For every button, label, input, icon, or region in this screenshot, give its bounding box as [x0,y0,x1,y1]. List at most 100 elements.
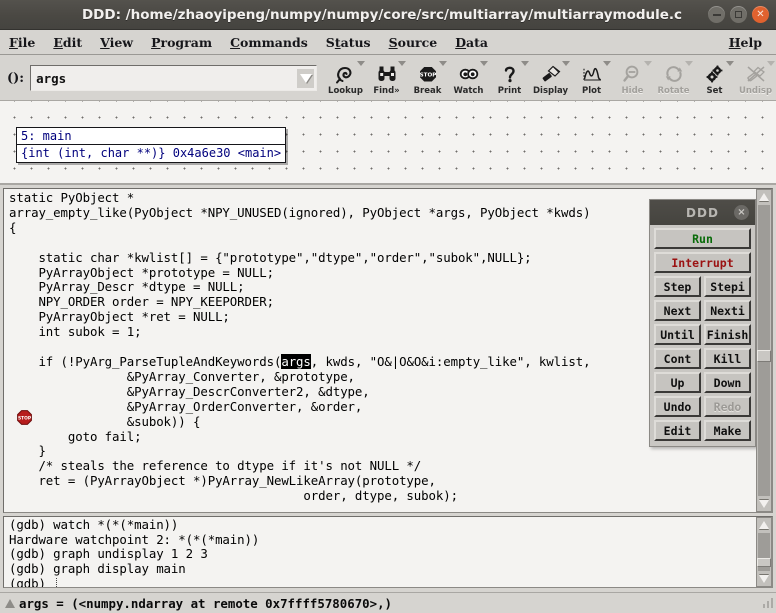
finish-button[interactable]: Finish [704,324,751,345]
interrupt-button[interactable]: Interrupt [654,252,751,273]
toolbar-button-lookup[interactable]: Lookup [325,60,366,96]
menu-help[interactable]: Help [720,33,776,52]
run-button[interactable]: Run [654,228,751,249]
toolbar-label-set: Set [706,85,723,96]
toolbar-button-hide: Hide [612,60,653,96]
down-button[interactable]: Down [704,372,751,393]
gdb-console[interactable]: (gdb) watch *(*(*main)) Hardware watchpo… [3,516,773,588]
stepi-button[interactable]: Stepi [704,276,751,297]
toolbar-button-set[interactable]: Set [694,60,735,96]
toolbar-label-print: Print [497,85,522,96]
toolbar-label-find: Find» [373,85,400,96]
menu-data[interactable]: Data [446,33,497,52]
command-row: Step Stepi [654,276,751,297]
toolbar-button-rotate: Rotate [653,60,694,96]
menu-status[interactable]: Status [317,33,380,52]
toolbar-label-break: Break [413,85,442,96]
chevron-down-icon[interactable] [357,60,365,66]
toolbar-label-plot: Plot [581,85,602,96]
edit-button[interactable]: Edit [654,420,701,441]
command-row: Undo Redo [654,396,751,417]
scrollbar-thumb[interactable] [757,558,771,567]
argument-field-label: (): [7,70,25,86]
menu-commands[interactable]: Commands [221,33,317,52]
next-button[interactable]: Next [654,300,701,321]
cont-button[interactable]: Cont [654,348,701,369]
gdb-vertical-scrollbar[interactable] [756,517,772,587]
toolbar-label-hide: Hide [621,85,644,96]
close-icon: ✕ [756,8,765,20]
svg-text:STOP: STOP [18,416,32,422]
step-button[interactable]: Step [654,276,701,297]
close-button[interactable]: ✕ [752,6,769,23]
up-button[interactable]: Up [654,372,701,393]
toolbar-button-watch[interactable]: Watch [448,60,489,96]
maximize-icon [735,11,742,18]
break-stopsign-icon: STOP [415,63,441,85]
make-button[interactable]: Make [704,420,751,441]
until-button[interactable]: Until [654,324,701,345]
menu-program[interactable]: Program [142,33,221,52]
menu-view[interactable]: View [91,33,142,52]
source-highlighted-token: args [281,353,311,369]
chevron-down-icon[interactable] [398,60,406,66]
menu-file[interactable]: File [0,33,44,52]
triangle-down-icon [759,575,769,583]
command-row: Edit Make [654,420,751,441]
scroll-up-button[interactable] [757,518,771,532]
window-controls: ✕ [708,6,776,23]
display-node-value: {int (int, char **)} 0x4a6e30 <main> [21,146,282,160]
nexti-button[interactable]: Nexti [704,300,751,321]
resize-grip[interactable] [760,595,774,611]
scroll-down-button[interactable] [757,572,771,586]
source-window[interactable]: static PyObject * array_empty_like(PyObj… [3,188,773,513]
chevron-down-icon[interactable] [439,60,447,66]
chevron-down-icon[interactable] [726,60,734,66]
chevron-down-icon[interactable] [521,60,529,66]
maximize-button[interactable] [730,6,747,23]
toolbar-button-break[interactable]: STOP Break [407,60,448,96]
argument-field[interactable] [30,65,317,91]
menu-source[interactable]: Source [380,33,447,52]
set-gears-icon [702,63,728,85]
scroll-up-button[interactable] [757,190,771,204]
display-node-main[interactable]: 5: main {int (int, char **)} 0x4a6e30 <m… [16,127,287,163]
command-row: Cont Kill [654,348,751,369]
toolbar-button-display[interactable]: Display [530,60,571,96]
command-row: Run [654,228,751,249]
breakpoint-stop-icon[interactable]: STOP [17,410,32,425]
chevron-down-icon[interactable] [480,60,488,66]
scrollbar-thumb[interactable] [757,350,771,362]
gdb-console-text[interactable]: (gdb) watch *(*(*main)) Hardware watchpo… [9,517,259,587]
chevron-down-icon [644,60,652,66]
argument-dropdown-button[interactable] [297,69,314,88]
status-bar-text: args = (<numpy.ndarray at remote 0x7ffff… [19,595,392,611]
scroll-down-button[interactable] [757,497,771,511]
menu-edit[interactable]: Edit [44,33,91,52]
window-titlebar: DDD: /home/zhaoyipeng/numpy/numpy/core/s… [0,0,776,30]
toolbar-button-print[interactable]: Print [489,60,530,96]
minimize-button[interactable] [708,6,725,23]
display-flashlight-icon [538,63,564,85]
source-code-text[interactable]: static PyObject * array_empty_like(PyObj… [9,190,591,512]
command-row: Next Nexti [654,300,751,321]
toolbar-button-plot[interactable]: Plot [571,60,612,96]
undisplay-icon [743,63,769,85]
window-title: DDD: /home/zhaoyipeng/numpy/numpy/core/s… [81,6,683,23]
find-binoculars-icon [374,63,400,85]
chevron-down-icon[interactable] [562,60,570,66]
rotate-arrows-icon [661,63,687,85]
undo-button[interactable]: Undo [654,396,701,417]
toolbar-button-find[interactable]: Find» [366,60,407,96]
watch-eyes-icon [456,63,482,85]
ddd-command-panel[interactable]: DDD × Run Interrupt Step Stepi Next Next… [649,199,756,447]
kill-button[interactable]: Kill [704,348,751,369]
command-panel-close-button[interactable]: × [734,205,749,220]
data-display-area[interactable]: 5: main {int (int, char **)} 0x4a6e30 <m… [0,100,776,185]
chevron-down-icon[interactable] [603,60,611,66]
command-panel-header: DDD × [650,200,755,225]
source-vertical-scrollbar[interactable] [756,189,772,512]
toolbar-label-display: Display [532,85,569,96]
argument-input[interactable] [31,69,309,87]
gdb-line: (gdb) graph undisplay 1 2 3 [9,546,208,562]
